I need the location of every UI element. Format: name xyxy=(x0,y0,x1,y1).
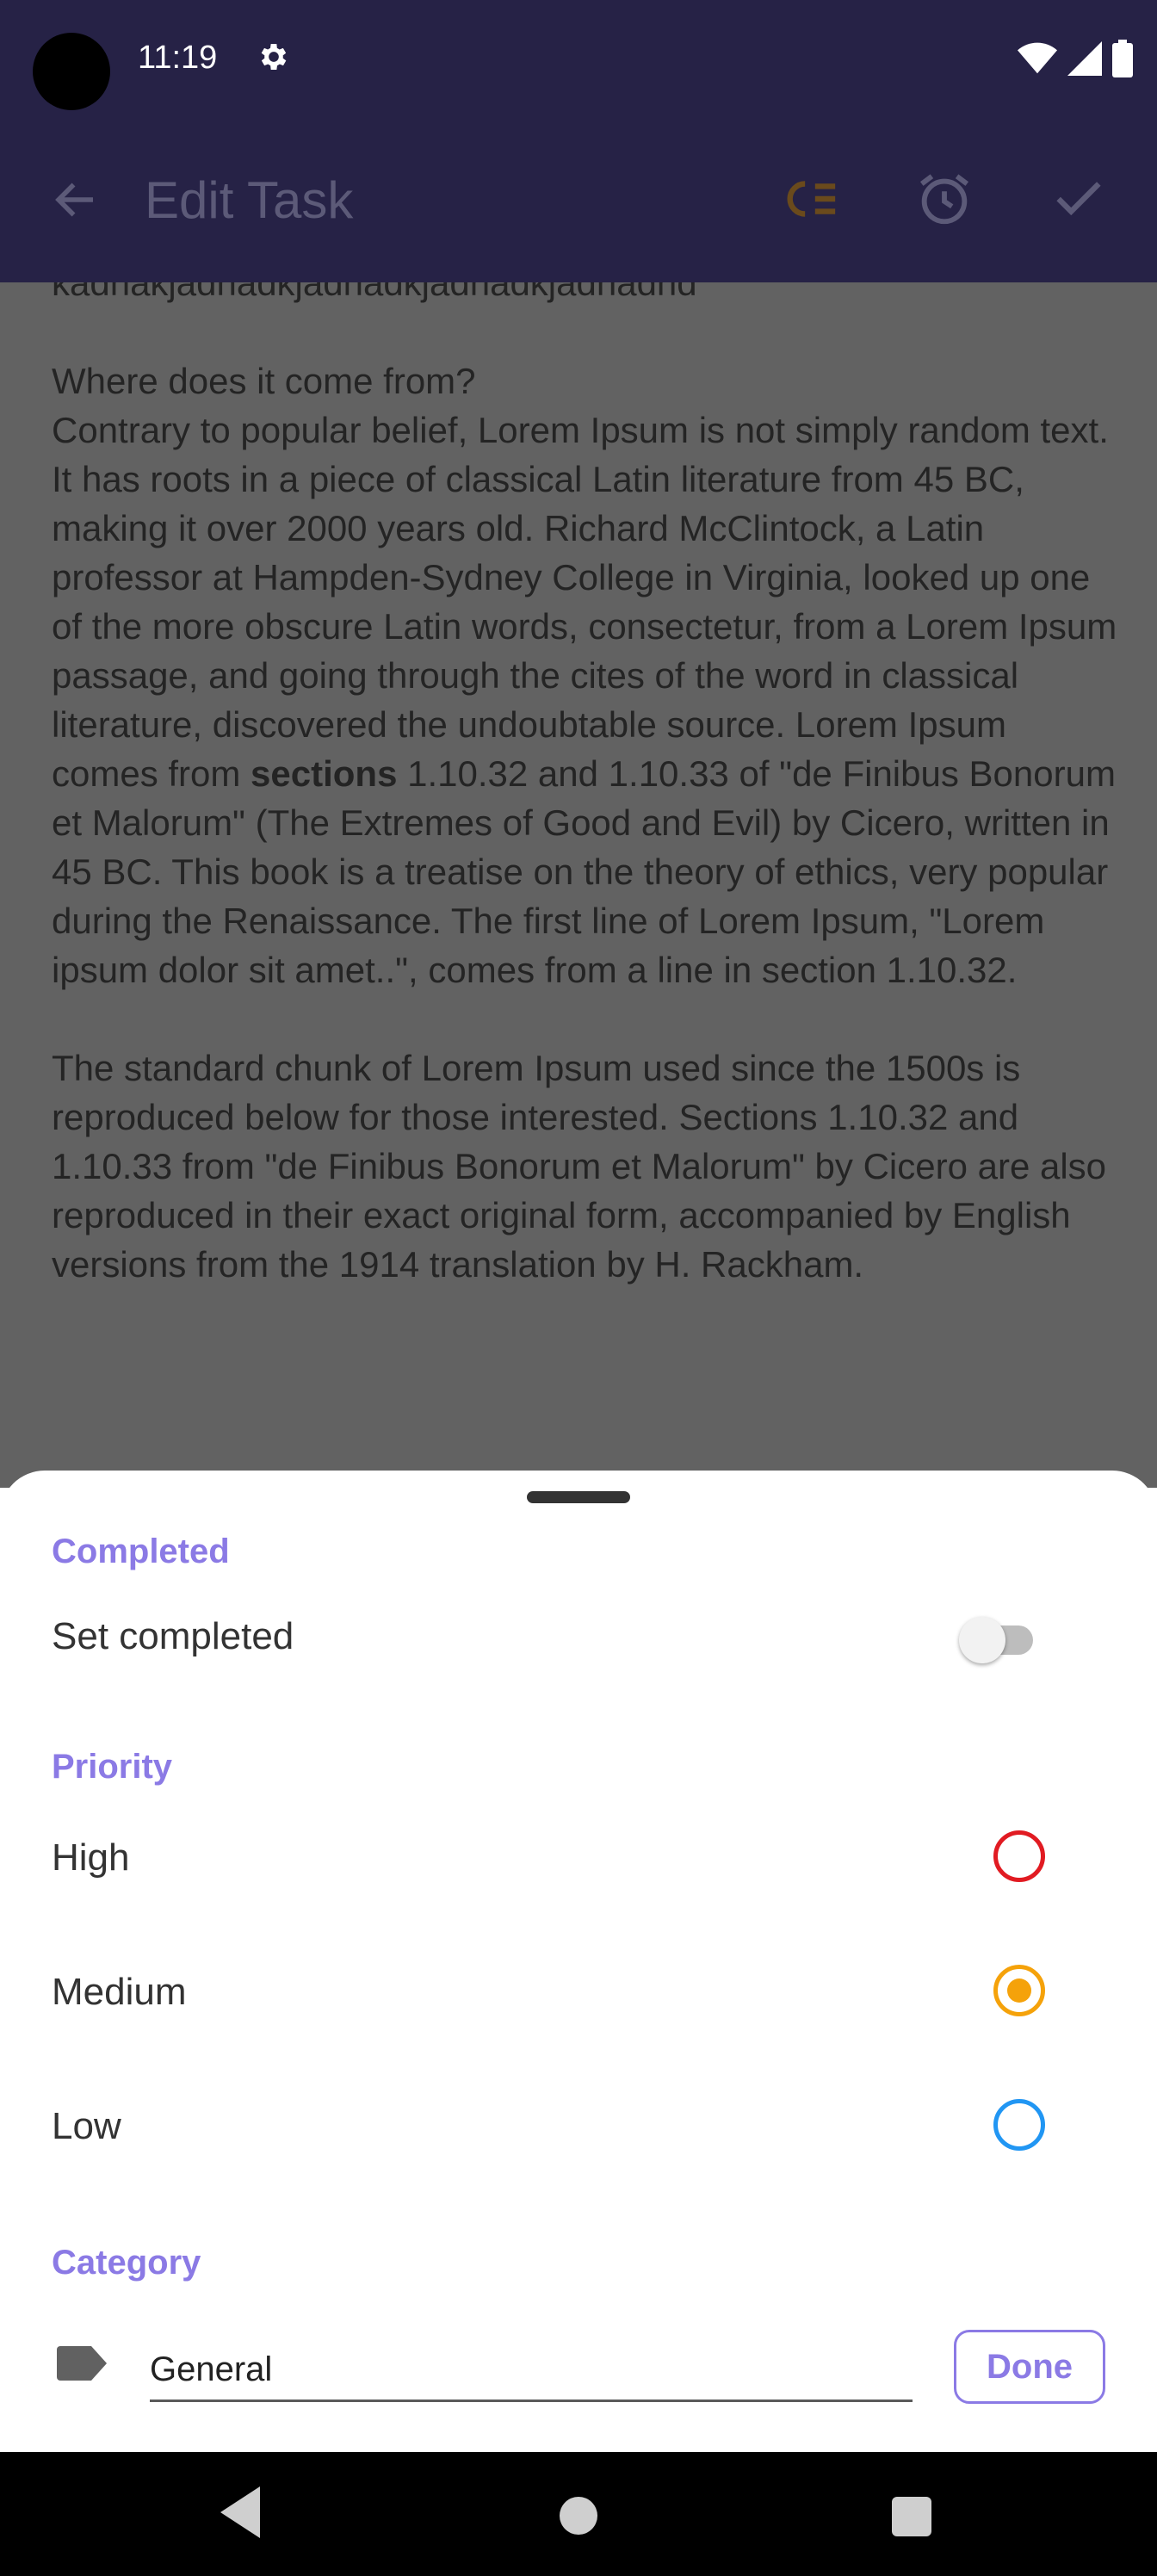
save-check-icon[interactable] xyxy=(1049,169,1109,229)
partial-line: kadhakjadhadkjadhadkjadhadkjadhadhd xyxy=(52,282,697,303)
priority-list-icon[interactable] xyxy=(780,169,840,229)
nav-home-icon[interactable] xyxy=(560,2497,597,2535)
category-input[interactable] xyxy=(150,2331,913,2402)
done-button[interactable]: Done xyxy=(954,2330,1105,2404)
nav-recents-icon[interactable] xyxy=(892,2497,931,2536)
set-completed-switch[interactable] xyxy=(954,1610,1040,1663)
camera-cutout xyxy=(33,33,110,110)
paragraph-1-text: Contrary to popular belief, Lorem Ipsum … xyxy=(52,410,1127,794)
priority-medium-radio[interactable] xyxy=(993,1965,1045,2016)
priority-high-radio[interactable] xyxy=(993,1830,1045,1882)
paragraph-heading: Where does it come from? xyxy=(52,361,476,401)
paragraph-2-text: The standard chunk of Lorem Ipsum used s… xyxy=(52,1048,1117,1285)
priority-section-title: Priority xyxy=(52,1748,173,1786)
paragraph-1-bold: sections xyxy=(251,753,398,794)
task-description-text: kadhakjadhadkjadhadkjadhadkjadhadhd Wher… xyxy=(52,282,1119,1289)
nav-back-icon[interactable] xyxy=(220,2486,260,2538)
priority-high-label[interactable]: High xyxy=(52,1836,130,1879)
wifi-icon xyxy=(1018,42,1057,74)
drag-handle[interactable] xyxy=(527,1491,630,1503)
task-description: kadhakjadhadkjadhadkjadhadkjadhadhd Wher… xyxy=(0,282,1157,1488)
bottom-sheet: Completed Set completed Priority High Me… xyxy=(0,1471,1157,2452)
priority-medium-label[interactable]: Medium xyxy=(52,1971,187,2014)
settings-gear-icon xyxy=(261,44,287,70)
alarm-icon[interactable] xyxy=(914,169,974,229)
priority-low-label[interactable]: Low xyxy=(52,2105,121,2148)
priority-low-radio[interactable] xyxy=(993,2099,1045,2151)
radio-selected-dot xyxy=(1007,1978,1031,2003)
status-time: 11:19 xyxy=(138,40,218,76)
app-bar: Edit Task xyxy=(0,117,1157,282)
cell-signal-icon xyxy=(1067,41,1102,76)
page-title: Edit Task xyxy=(145,171,354,229)
completed-section-title: Completed xyxy=(52,1533,230,1570)
set-completed-label: Set completed xyxy=(52,1615,294,1657)
label-tag-icon xyxy=(57,2346,107,2381)
battery-icon xyxy=(1112,40,1133,77)
arrow-back-icon[interactable] xyxy=(50,174,102,226)
switch-thumb xyxy=(959,1617,1005,1663)
system-icons xyxy=(1018,40,1133,77)
category-section-title: Category xyxy=(52,2244,201,2282)
navigation-bar xyxy=(0,2452,1157,2576)
